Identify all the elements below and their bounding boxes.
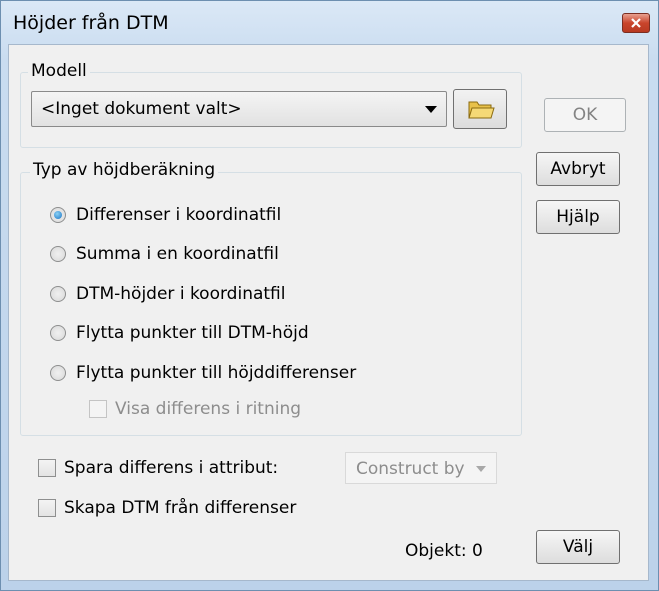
- radio-button[interactable]: [50, 325, 66, 341]
- chevron-down-icon: [425, 106, 437, 113]
- create-dtm-label: Skapa DTM från differenser: [64, 498, 297, 518]
- save-diff-label: Spara differens i attribut:: [64, 458, 279, 478]
- radio-button[interactable]: [50, 365, 66, 381]
- radio-label: Flytta punkter till DTM-höjd: [76, 323, 309, 343]
- folder-icon: [468, 101, 495, 119]
- close-button[interactable]: [622, 13, 650, 33]
- modell-label: Modell: [28, 61, 90, 81]
- radio-label: DTM-höjder i koordinatfil: [76, 284, 286, 304]
- select-button[interactable]: Välj: [536, 530, 620, 564]
- calc-type-label: Typ av höjdberäkning: [30, 160, 219, 180]
- radio-label: Summa i en koordinatfil: [76, 244, 279, 264]
- save-diff-checkbox[interactable]: [38, 459, 56, 477]
- browse-button[interactable]: [453, 89, 507, 129]
- show-diff-checkbox[interactable]: [89, 400, 107, 418]
- show-diff-label: Visa differens i ritning: [115, 399, 302, 419]
- help-button[interactable]: Hjälp: [536, 200, 620, 234]
- radio-button[interactable]: [50, 207, 66, 223]
- radio-button[interactable]: [50, 246, 66, 262]
- chevron-down-icon: [476, 466, 486, 472]
- radio-label: Flytta punkter till höjddifferenser: [76, 363, 357, 383]
- modell-select[interactable]: <Inget dokument valt>: [31, 91, 447, 127]
- ok-button[interactable]: OK: [544, 98, 626, 132]
- window-title: Höjder från DTM: [13, 12, 169, 34]
- cancel-button[interactable]: Avbryt: [536, 152, 620, 186]
- close-icon: [631, 18, 641, 28]
- attribute-select-value: Construct by: [356, 459, 465, 479]
- title-bar[interactable]: Höjder från DTM: [1, 1, 658, 45]
- radio-label: Differenser i koordinatfil: [76, 205, 282, 225]
- modell-select-value: <Inget dokument valt>: [41, 99, 242, 119]
- object-count: Objekt: 0: [405, 541, 483, 561]
- radio-button[interactable]: [50, 286, 66, 302]
- attribute-select[interactable]: Construct by: [345, 452, 497, 484]
- create-dtm-checkbox[interactable]: [38, 499, 56, 517]
